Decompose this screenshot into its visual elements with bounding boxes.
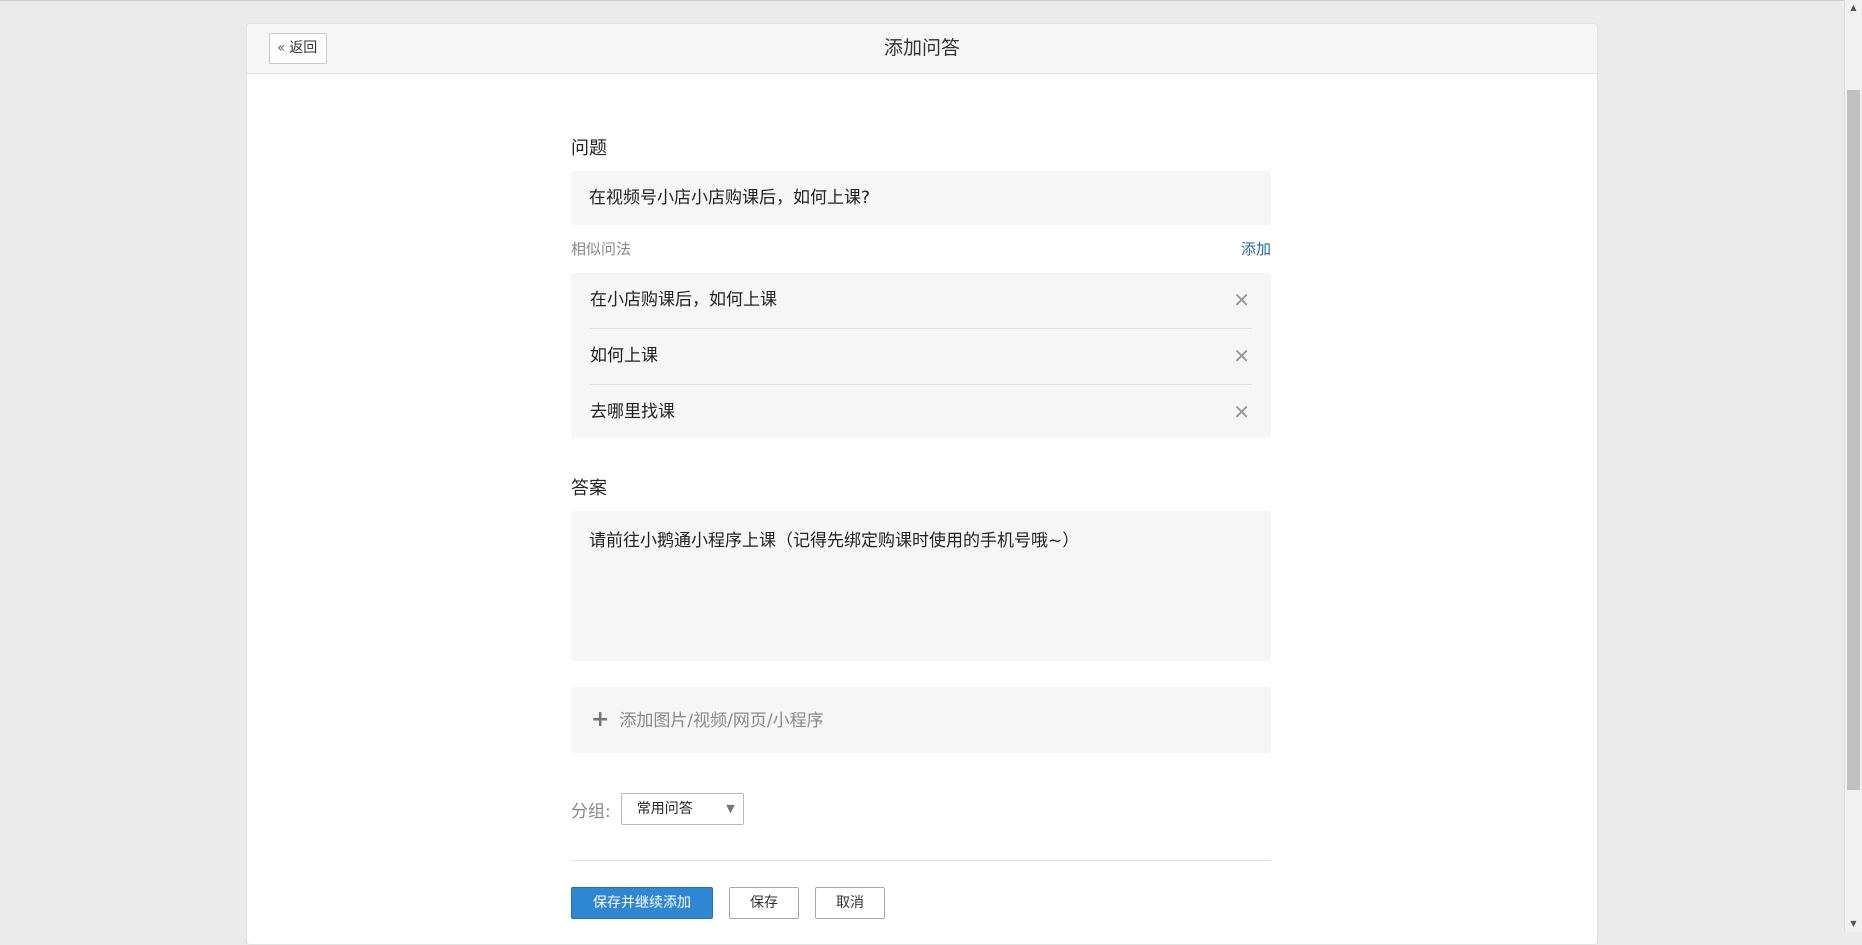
vertical-scrollbar[interactable]: ▲ ▼ [1844,0,1862,932]
answer-textarea[interactable]: 请前往小鹅通小程序上课（记得先绑定购课时使用的手机号哦~） [571,511,1271,661]
similar-item-text: 如何上课 [590,346,658,366]
page-title: 添加问答 [883,37,960,59]
panel-header: ‹‹ 返回 添加问答 [247,24,1597,74]
scroll-up-arrow-icon[interactable]: ▲ [1845,0,1862,16]
group-label: 分组: [571,801,611,822]
similar-list: 在小店购课后，如何上课 ✕ 如何上课 ✕ 去哪里找课 ✕ [571,273,1271,438]
add-media-label: 添加图片/视频/网页/小程序 [619,711,824,731]
answer-label: 答案 [571,478,607,499]
action-buttons: 保存并继续添加 保存 取消 [571,887,885,919]
question-label: 问题 [571,138,607,159]
similar-item[interactable]: 在小店购课后，如何上课 ✕ [590,273,1252,329]
cancel-button[interactable]: 取消 [815,887,885,919]
save-button[interactable]: 保存 [729,887,799,919]
save-and-continue-button[interactable]: 保存并继续添加 [571,887,713,919]
group-select[interactable]: 常用问答 ▼ [620,793,744,825]
question-input[interactable]: 在视频号小店小店购课后，如何上课? [571,171,1271,225]
similar-item[interactable]: 如何上课 ✕ [590,329,1252,385]
divider [571,860,1271,861]
add-similar-link[interactable]: 添加 [1241,238,1271,259]
add-qa-panel: ‹‹ 返回 添加问答 问题 在视频号小店小店购课后，如何上课? 相似问法 添加 … [246,23,1598,945]
plus-icon: + [591,707,610,732]
similar-item[interactable]: 去哪里找课 ✕ [590,385,1252,440]
add-media-button[interactable]: + 添加图片/视频/网页/小程序 [571,687,1271,753]
close-icon[interactable]: ✕ [1233,273,1250,328]
scrollbar-thumb[interactable] [1847,90,1860,790]
similar-item-text: 在小店购课后，如何上课 [590,290,777,310]
similar-header: 相似问法 添加 [571,238,1271,260]
window-top-border [0,0,1844,1]
similar-item-text: 去哪里找课 [590,402,675,422]
group-selected-value: 常用问答 [636,801,693,817]
caret-down-icon: ▼ [726,802,735,815]
close-icon[interactable]: ✕ [1233,329,1250,384]
group-row: 分组: 常用问答 ▼ [571,792,744,826]
scroll-down-arrow-icon[interactable]: ▼ [1845,916,1862,932]
close-icon[interactable]: ✕ [1233,385,1250,440]
similar-label: 相似问法 [571,240,632,258]
